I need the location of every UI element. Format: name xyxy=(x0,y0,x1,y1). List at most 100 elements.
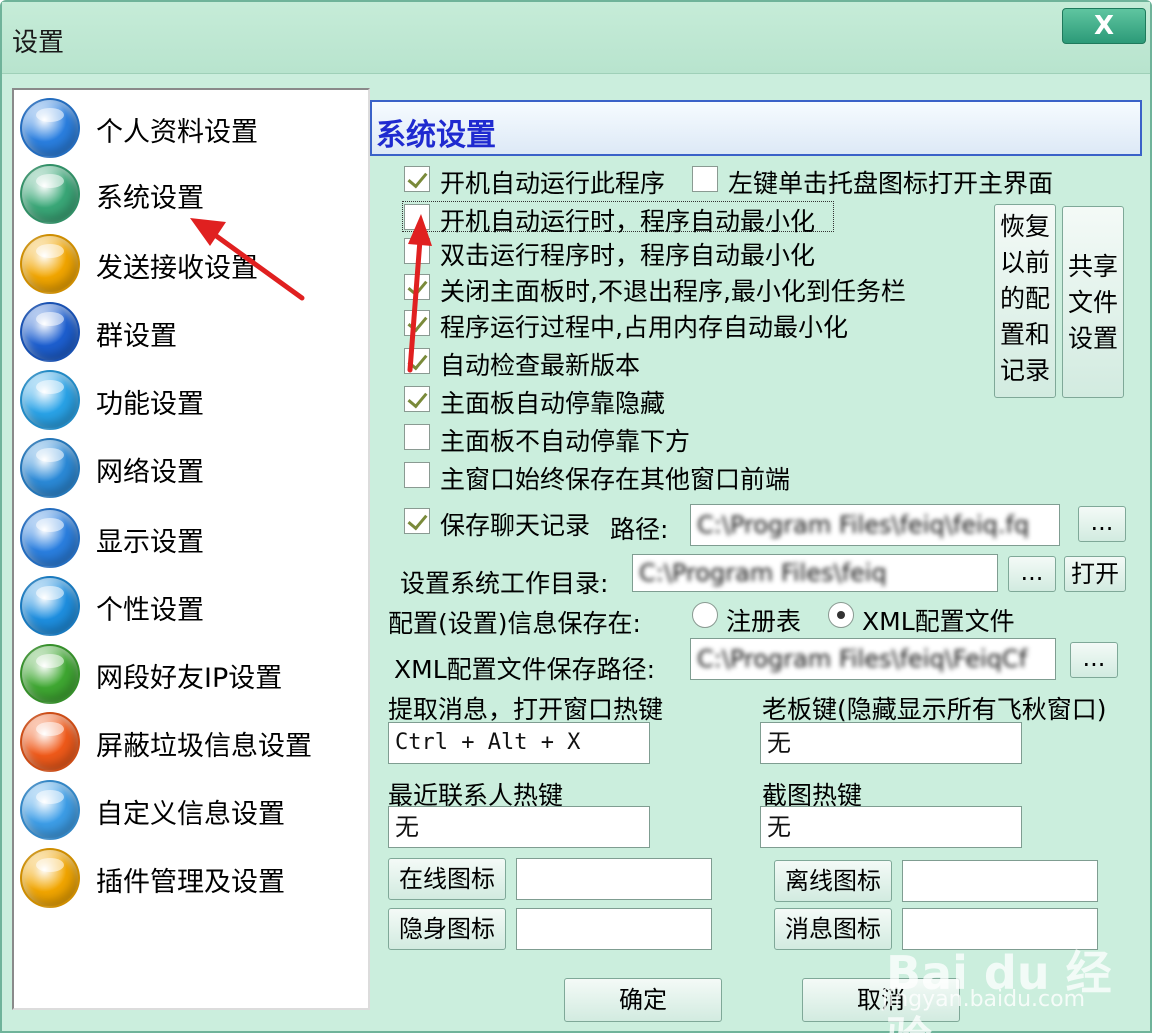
screenshot-hotkey-input[interactable]: 无 xyxy=(760,806,1022,848)
title-bar[interactable]: 设置 X xyxy=(2,2,1150,74)
check-update-checkbox[interactable] xyxy=(404,348,430,374)
restore-config-label: 恢复以前的配置和记录 xyxy=(999,212,1050,385)
world-globe-icon xyxy=(20,302,80,362)
blue-globe-icon xyxy=(20,98,80,158)
baidu-watermark-url: jingyan.baidu.com xyxy=(882,987,1086,1012)
baidu-watermark: Bai du 经验 xyxy=(886,946,1112,1033)
xml-path-label: XML配置文件保存路径: xyxy=(394,655,656,684)
settings-window: 设置 X 个人资料设置 系统设置 发送接收设置 群设置 功能设置 网络设置 显示设置 个性设置… xyxy=(0,0,1152,1033)
ok-button[interactable]: 确定 xyxy=(564,978,722,1022)
sidebar-item-9[interactable]: 网段好友IP设置 xyxy=(20,642,360,706)
sidebar-item-12[interactable]: 插件管理及设置 xyxy=(20,846,360,910)
sidebar-item-7[interactable]: 显示设置 xyxy=(20,506,360,570)
xml-path-browse-button[interactable]: ... xyxy=(1070,642,1118,678)
sidebar-item-6[interactable]: 网络设置 xyxy=(20,436,360,500)
no-dock-bottom-label: 主面板不自动停靠下方 xyxy=(440,427,691,456)
green-snake-icon xyxy=(20,644,80,704)
sidebar-item-10[interactable]: 屏蔽垃圾信息设置 xyxy=(20,710,360,774)
sidebar-item-2[interactable]: 系统设置 xyxy=(20,162,360,226)
xml-path-value: C:\Program Files\feiq\FeiqCf xyxy=(697,645,1028,673)
save-chat-checkbox[interactable] xyxy=(404,508,430,534)
no-dock-bottom-checkbox[interactable] xyxy=(404,424,430,450)
display-icon xyxy=(20,508,80,568)
close-to-tray-label: 关闭主面板时,不退出程序,最小化到任务栏 xyxy=(440,277,906,306)
sidebar-item-11[interactable]: 自定义信息设置 xyxy=(20,778,360,842)
workdir-input[interactable]: C:\Program Files\feiq xyxy=(632,554,998,592)
sidebar-item-label: 功能设置 xyxy=(96,389,204,420)
flower-icon xyxy=(20,576,80,636)
hotkey-msg-input[interactable]: Ctrl + Alt + X xyxy=(388,722,650,764)
panel-header: 系统设置 xyxy=(370,100,1142,156)
share-files-label: 共享文件设置 xyxy=(1067,252,1118,353)
hidden-icon-preview xyxy=(516,908,712,950)
chat-path-value: C:\Program Files\feiq\feiq.fq xyxy=(697,511,1030,539)
auto-dock-label: 主面板自动停靠隐藏 xyxy=(440,389,666,418)
autorun-minimize-checkbox[interactable] xyxy=(404,204,430,230)
save-chat-label: 保存聊天记录 xyxy=(440,511,591,540)
boss-key-input[interactable]: 无 xyxy=(760,722,1022,764)
sidebar-item-label: 群设置 xyxy=(96,321,177,352)
registry-label: 注册表 xyxy=(726,607,802,636)
sidebar-item-label: 系统设置 xyxy=(96,183,204,214)
chat-path-browse-button[interactable]: ... xyxy=(1078,506,1126,542)
online-icon-button[interactable]: 在线图标 xyxy=(388,858,506,900)
yellow-orb-icon xyxy=(20,848,80,908)
sidebar-item-4[interactable]: 群设置 xyxy=(20,300,360,364)
sidebar-item-3[interactable]: 发送接收设置 xyxy=(20,232,360,296)
memory-minimize-label: 程序运行过程中,占用内存自动最小化 xyxy=(440,313,848,342)
sidebar-item-label: 发送接收设置 xyxy=(96,253,258,284)
open-workdir-button[interactable]: 打开 xyxy=(1064,556,1126,592)
boss-key-label: 老板键(隐藏显示所有飞秋窗口) xyxy=(762,695,1107,724)
sidebar-item-label: 个性设置 xyxy=(96,595,204,626)
sidebar-item-label: 个人资料设置 xyxy=(96,117,258,148)
panel-title: 系统设置 xyxy=(376,118,496,153)
compass-icon xyxy=(20,780,80,840)
sidebar-item-label: 网络设置 xyxy=(96,457,204,488)
always-on-top-checkbox[interactable] xyxy=(404,462,430,488)
xml-config-label: XML配置文件 xyxy=(862,607,1015,636)
restore-config-button[interactable]: 恢复以前的配置和记录 xyxy=(994,204,1056,398)
red-orb-icon xyxy=(20,712,80,772)
path-label: 路径: xyxy=(610,515,669,544)
dblclick-minimize-checkbox[interactable] xyxy=(404,238,430,264)
offline-icon-button[interactable]: 离线图标 xyxy=(774,860,892,902)
tray-click-label: 左键单击托盘图标打开主界面 xyxy=(728,169,1054,198)
workdir-label: 设置系统工作目录: xyxy=(400,569,609,598)
autorun-checkbox[interactable] xyxy=(404,166,430,192)
share-files-button[interactable]: 共享文件设置 xyxy=(1062,206,1124,398)
recent-contacts-input[interactable]: 无 xyxy=(388,806,650,848)
sidebar-item-label: 网段好友IP设置 xyxy=(96,663,283,694)
autorun-label: 开机自动运行此程序 xyxy=(440,169,666,198)
autorun-minimize-label: 开机自动运行时，程序自动最小化 xyxy=(440,207,816,236)
workdir-value: C:\Program Files\feiq xyxy=(639,559,887,587)
memory-minimize-checkbox[interactable] xyxy=(404,310,430,336)
sidebar-item-label: 显示设置 xyxy=(96,527,204,558)
auto-dock-checkbox[interactable] xyxy=(404,386,430,412)
dblclick-minimize-label: 双击运行程序时，程序自动最小化 xyxy=(440,241,816,270)
workdir-browse-button[interactable]: ... xyxy=(1008,556,1056,592)
registry-radio[interactable] xyxy=(692,602,718,628)
chat-path-input[interactable]: C:\Program Files\feiq\feiq.fq xyxy=(690,504,1060,546)
online-icon-preview xyxy=(516,858,712,900)
tray-click-checkbox[interactable] xyxy=(692,166,718,192)
check-update-label: 自动检查最新版本 xyxy=(440,351,641,380)
close-to-tray-checkbox[interactable] xyxy=(404,274,430,300)
yellow-orb-icon xyxy=(20,234,80,294)
target-icon xyxy=(20,370,80,430)
config-save-label: 配置(设置)信息保存在: xyxy=(388,609,641,638)
settings-sidebar: 个人资料设置 系统设置发送接收设置 群设置功能设置网络设置显示设置个性设置网段好友I… xyxy=(12,88,370,1010)
sidebar-item-label: 插件管理及设置 xyxy=(96,867,285,898)
sidebar-item-5[interactable]: 功能设置 xyxy=(20,368,360,432)
xml-config-radio[interactable] xyxy=(828,602,854,628)
offline-icon-preview xyxy=(902,860,1098,902)
always-on-top-label: 主窗口始终保存在其他窗口前端 xyxy=(440,465,791,494)
sidebar-item-1[interactable]: 个人资料设置 xyxy=(20,96,360,160)
hidden-icon-button[interactable]: 隐身图标 xyxy=(388,908,506,950)
hotkey-msg-label: 提取消息，打开窗口热键 xyxy=(388,695,664,724)
sidebar-item-8[interactable]: 个性设置 xyxy=(20,574,360,638)
sidebar-item-label: 自定义信息设置 xyxy=(96,799,285,830)
xml-path-input[interactable]: C:\Program Files\feiq\FeiqCf xyxy=(690,638,1056,680)
close-button[interactable]: X xyxy=(1062,8,1146,44)
message-icon-button[interactable]: 消息图标 xyxy=(774,908,892,950)
earth-icon xyxy=(20,438,80,498)
